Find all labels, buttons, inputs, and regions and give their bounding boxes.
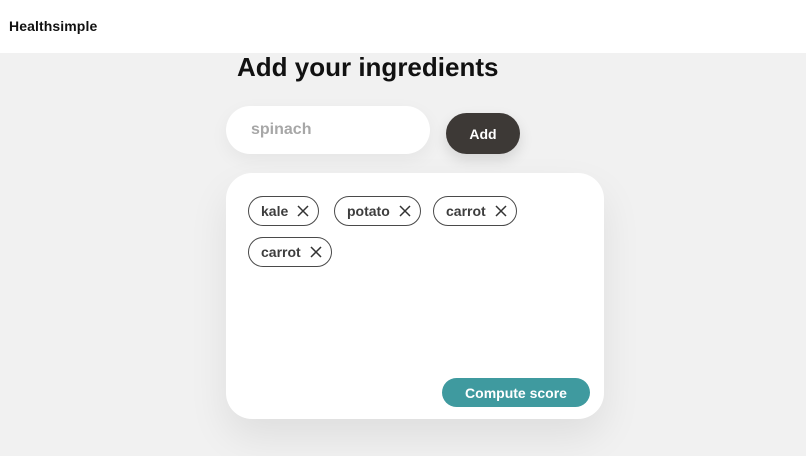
brand-logo-text[interactable]: Healthsimple (9, 18, 97, 34)
page-title: Add your ingredients (237, 52, 499, 82)
ingredients-card: kale potato carrot carrot Compute score (226, 173, 604, 419)
add-button[interactable]: Add (446, 113, 520, 154)
ingredient-chip: potato (334, 196, 421, 226)
ingredient-chip: carrot (433, 196, 517, 226)
remove-ingredient-icon[interactable] (398, 204, 412, 218)
ingredient-input[interactable] (251, 106, 421, 154)
ingredient-chip: carrot (248, 237, 332, 267)
ingredient-chip-label: potato (347, 203, 390, 219)
ingredient-chip-label: kale (261, 203, 289, 219)
ingredient-chip-label: carrot (261, 244, 301, 260)
remove-ingredient-icon[interactable] (309, 245, 323, 259)
ingredient-chip: kale (248, 196, 320, 226)
top-bar: Healthsimple (0, 0, 806, 53)
remove-ingredient-icon[interactable] (296, 204, 310, 218)
remove-ingredient-icon[interactable] (494, 204, 508, 218)
compute-score-button[interactable]: Compute score (442, 378, 590, 407)
ingredient-search-field (226, 106, 430, 154)
ingredient-chip-label: carrot (446, 203, 486, 219)
